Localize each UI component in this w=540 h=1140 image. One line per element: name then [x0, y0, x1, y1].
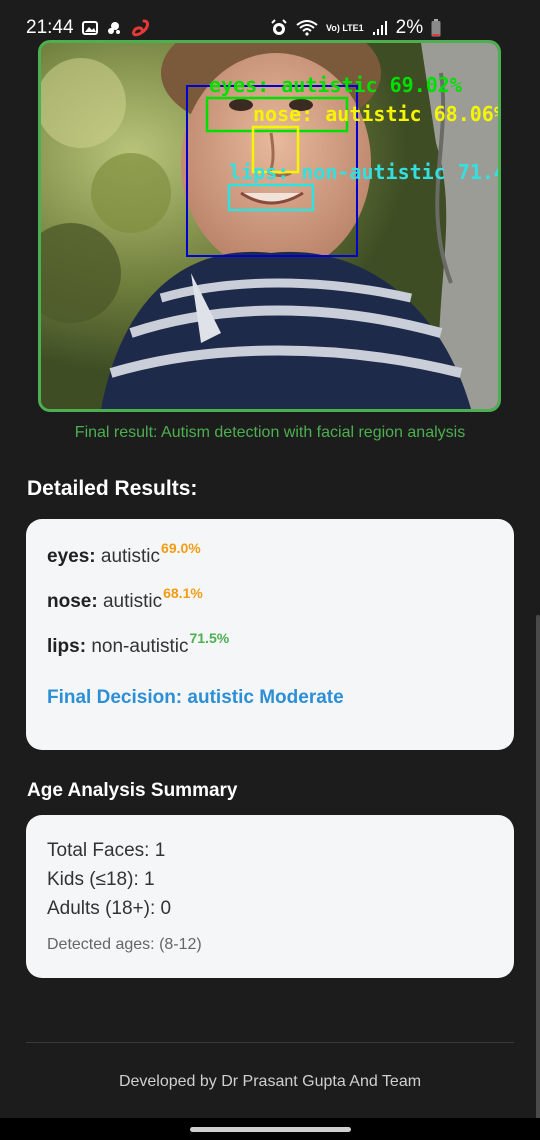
wifi-icon — [296, 20, 318, 36]
detailed-results-title: Detailed Results: — [27, 477, 198, 500]
final-decision: Final Decision: autistic Moderate — [47, 687, 344, 708]
gallery-icon — [81, 21, 98, 35]
result-row-nose: nose: autistic68.1% — [47, 585, 203, 613]
status-time: 21:44 — [26, 17, 74, 38]
region-result: autistic — [102, 591, 163, 612]
confidence-value: 71.5% — [189, 630, 230, 646]
volte-indicator: Vo) LTE1 — [326, 22, 364, 33]
home-gesture-handle[interactable] — [190, 1127, 351, 1132]
nose-box-label: nose: autistic 68.06% — [253, 102, 498, 126]
region-result: autistic — [100, 546, 161, 567]
adults-count: Adults (18+): 0 — [47, 898, 172, 919]
result-row-eyes: eyes: autistic69.0% — [47, 540, 201, 568]
battery-icon — [431, 19, 441, 37]
detected-ages: Detected ages: (8-12) — [47, 936, 202, 953]
detection-caption: Final result: Autism detection with faci… — [74, 424, 466, 441]
signal-icon — [372, 20, 388, 36]
region-label: lips: — [47, 636, 87, 657]
lips-box-label: lips: non-autistic 71.45% — [229, 160, 498, 184]
detailed-results-card: eyes: autistic69.0% nose: autistic68.1% … — [26, 519, 514, 750]
scrollbar[interactable] — [536, 615, 540, 1120]
battery-percent: 2% — [395, 17, 424, 38]
alarm-icon — [270, 19, 288, 37]
age-summary-title: Age Analysis Summary — [27, 780, 238, 801]
detection-image: eyes: autistic 69.02% nose: autistic 68.… — [38, 40, 501, 412]
age-summary-card: Total Faces: 1 Kids (≤18): 1 Adults (18+… — [26, 815, 514, 978]
region-label: nose: — [47, 591, 98, 612]
notification-icon — [106, 20, 122, 36]
footer-credit: Developed by Dr Prasant Gupta And Team — [118, 1073, 422, 1090]
footer-divider — [26, 1042, 514, 1043]
region-label: eyes: — [47, 546, 96, 567]
airtel-icon — [130, 19, 150, 37]
region-result: non-autistic — [91, 636, 189, 657]
confidence-value: 69.0% — [161, 540, 201, 556]
eyes-box-label: eyes: autistic 69.02% — [209, 73, 462, 97]
result-row-lips: lips: non-autistic71.5% — [47, 630, 229, 658]
total-faces: Total Faces: 1 — [47, 840, 166, 861]
confidence-value: 68.1% — [163, 585, 203, 601]
kids-count: Kids (≤18): 1 — [47, 869, 155, 890]
